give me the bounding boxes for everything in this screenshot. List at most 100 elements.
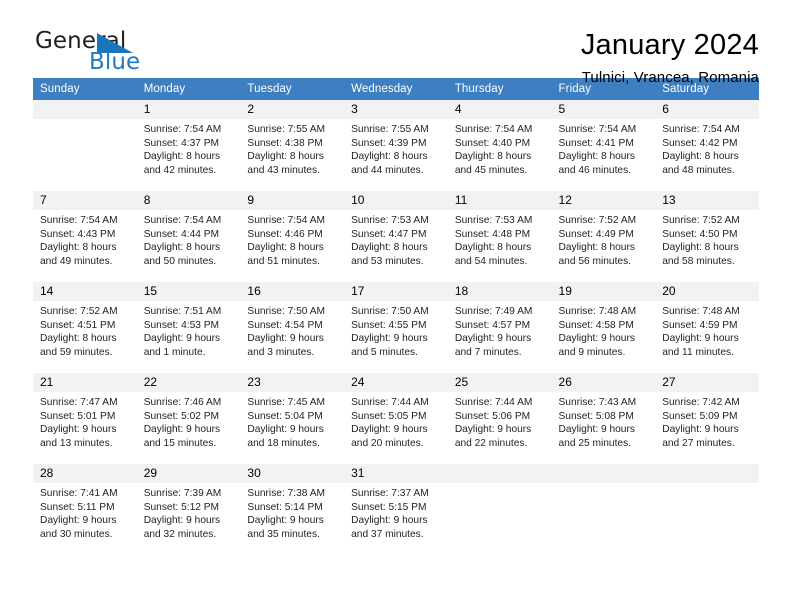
day-detail-daylight1: Daylight: 8 hours bbox=[247, 242, 324, 254]
day-number: 28 bbox=[33, 464, 137, 483]
day-detail-sunrise: Sunrise: 7:45 AM bbox=[247, 397, 325, 408]
calendar-day-cell[interactable]: 8 Sunrise: 7:54 AM Sunset: 4:44 PM Daylight… bbox=[136, 190, 241, 282]
day-cell-inner: 4 Sunrise: 7:54 AM Sunset: 4:40 PM Daylight… bbox=[447, 100, 552, 190]
day-detail-sunrise: Sunrise: 7:54 AM bbox=[454, 124, 533, 135]
day-details: Sunrise: 7:52 AM Sunset: 4:50 PM Daylight:… bbox=[655, 210, 759, 268]
day-detail-daylight1: Daylight: 9 hours bbox=[351, 333, 428, 345]
day-detail-sunrise: Sunrise: 7:41 AM bbox=[40, 488, 118, 499]
calendar-day-cell[interactable]: 20 Sunrise: 7:48 AM Sunset: 4:59 PM Dayligh… bbox=[655, 281, 759, 373]
day-detail-sunrise: Sunrise: 7:52 AM bbox=[662, 215, 740, 226]
day-cell-inner bbox=[551, 464, 656, 554]
calendar-day-cell[interactable]: 24 Sunrise: 7:44 AM Sunset: 5:05 PM Dayligh… bbox=[344, 372, 448, 464]
calendar-day-cell[interactable]: 4 Sunrise: 7:54 AM Sunset: 4:40 PM Daylight… bbox=[447, 100, 552, 191]
day-detail-sunset: Sunset: 4:58 PM bbox=[558, 319, 634, 331]
day-details: Sunrise: 7:38 AM Sunset: 5:14 PM Daylight:… bbox=[240, 483, 344, 541]
day-detail-daylight1: Daylight: 8 hours bbox=[351, 242, 428, 254]
day-detail-daylight1: Daylight: 8 hours bbox=[662, 242, 739, 254]
day-detail-daylight2: and 45 minutes. bbox=[454, 164, 528, 176]
day-details: Sunrise: 7:55 AM Sunset: 4:38 PM Daylight:… bbox=[240, 119, 344, 177]
calendar-day-cell[interactable]: 16 Sunrise: 7:50 AM Sunset: 4:54 PM Dayligh… bbox=[240, 281, 345, 373]
day-detail-sunset: Sunset: 4:51 PM bbox=[40, 319, 116, 331]
calendar-day-cell[interactable]: 5 Sunrise: 7:54 AM Sunset: 4:41 PM Daylight… bbox=[551, 100, 656, 191]
calendar-day-cell[interactable]: 3 Sunrise: 7:55 AM Sunset: 4:39 PM Daylight… bbox=[344, 100, 448, 191]
day-cell-inner: 3 Sunrise: 7:55 AM Sunset: 4:39 PM Daylight… bbox=[344, 100, 448, 190]
day-detail-daylight1: Daylight: 9 hours bbox=[454, 333, 532, 345]
calendar-day-cell[interactable]: 10 Sunrise: 7:53 AM Sunset: 4:47 PM Dayligh… bbox=[344, 190, 448, 282]
day-number: 30 bbox=[240, 464, 345, 483]
day-detail-sunset: Sunset: 5:12 PM bbox=[143, 501, 220, 513]
calendar-body: 1 Sunrise: 7:54 AM Sunset: 4:37 PM Daylight… bbox=[33, 100, 759, 555]
calendar-day-cell[interactable]: 7 Sunrise: 7:54 AM Sunset: 4:43 PM Daylight… bbox=[33, 190, 137, 282]
calendar-day-cell[interactable]: 13 Sunrise: 7:52 AM Sunset: 4:50 PM Dayligh… bbox=[655, 190, 759, 282]
day-detail-daylight1: Daylight: 9 hours bbox=[143, 333, 221, 345]
day-details: Sunrise: 7:43 AM Sunset: 5:08 PM Daylight:… bbox=[552, 392, 656, 450]
calendar-day-cell[interactable]: 31 Sunrise: 7:37 AM Sunset: 5:15 PM Dayligh… bbox=[344, 463, 448, 555]
day-cell-inner: 7 Sunrise: 7:54 AM Sunset: 4:43 PM Daylight… bbox=[33, 191, 137, 281]
day-detail-sunrise: Sunrise: 7:54 AM bbox=[558, 124, 637, 135]
calendar-day-cell[interactable]: 25 Sunrise: 7:44 AM Sunset: 5:06 PM Dayligh… bbox=[447, 372, 552, 464]
calendar-day-cell[interactable]: 28 Sunrise: 7:41 AM Sunset: 5:11 PM Dayligh… bbox=[33, 463, 137, 555]
day-detail-sunset: Sunset: 5:14 PM bbox=[247, 501, 323, 513]
day-cell-inner: 15 Sunrise: 7:51 AM Sunset: 4:53 PM Dayligh… bbox=[136, 282, 241, 372]
calendar-day-cell[interactable]: 22 Sunrise: 7:46 AM Sunset: 5:02 PM Dayligh… bbox=[136, 372, 241, 464]
calendar-day-cell[interactable]: 2 Sunrise: 7:55 AM Sunset: 4:38 PM Daylight… bbox=[240, 100, 345, 191]
day-number: 3 bbox=[344, 100, 448, 119]
calendar-day-cell[interactable]: 19 Sunrise: 7:48 AM Sunset: 4:58 PM Dayligh… bbox=[551, 281, 656, 373]
day-detail-sunrise: Sunrise: 7:44 AM bbox=[454, 397, 533, 408]
day-detail-sunrise: Sunrise: 7:52 AM bbox=[40, 306, 118, 317]
day-cell-inner: 18 Sunrise: 7:49 AM Sunset: 4:57 PM Dayligh… bbox=[447, 282, 552, 372]
calendar-day-cell[interactable]: 26 Sunrise: 7:43 AM Sunset: 5:08 PM Dayligh… bbox=[551, 372, 656, 464]
day-number: 13 bbox=[655, 191, 759, 210]
day-detail-daylight2: and 42 minutes. bbox=[143, 164, 217, 176]
calendar-day-cell[interactable]: 9 Sunrise: 7:54 AM Sunset: 4:46 PM Daylight… bbox=[240, 190, 345, 282]
day-details: Sunrise: 7:48 AM Sunset: 4:58 PM Daylight:… bbox=[552, 301, 656, 359]
calendar-day-cell[interactable]: 21 Sunrise: 7:47 AM Sunset: 5:01 PM Dayligh… bbox=[33, 372, 137, 464]
day-detail-sunset: Sunset: 4:38 PM bbox=[247, 137, 323, 149]
day-detail-daylight1: Daylight: 9 hours bbox=[40, 424, 117, 436]
day-cell-inner: 23 Sunrise: 7:45 AM Sunset: 5:04 PM Dayligh… bbox=[240, 373, 345, 463]
day-detail-sunrise: Sunrise: 7:49 AM bbox=[454, 306, 533, 317]
calendar-day-cell[interactable]: 29 Sunrise: 7:39 AM Sunset: 5:12 PM Dayligh… bbox=[136, 463, 241, 555]
day-details: Sunrise: 7:55 AM Sunset: 4:39 PM Daylight:… bbox=[344, 119, 448, 177]
day-detail-daylight1: Daylight: 8 hours bbox=[662, 151, 739, 163]
day-number: 10 bbox=[344, 191, 448, 210]
day-detail-sunrise: Sunrise: 7:54 AM bbox=[143, 215, 222, 226]
day-detail-sunrise: Sunrise: 7:55 AM bbox=[247, 124, 325, 135]
day-details: Sunrise: 7:41 AM Sunset: 5:11 PM Daylight:… bbox=[33, 483, 137, 541]
day-details: Sunrise: 7:53 AM Sunset: 4:48 PM Daylight:… bbox=[448, 210, 552, 268]
day-detail-daylight2: and 30 minutes. bbox=[40, 528, 113, 540]
day-detail-daylight1: Daylight: 9 hours bbox=[247, 515, 324, 527]
day-detail-sunrise: Sunrise: 7:53 AM bbox=[351, 215, 429, 226]
day-detail-sunset: Sunset: 4:39 PM bbox=[351, 137, 427, 149]
calendar-day-cell[interactable]: 27 Sunrise: 7:42 AM Sunset: 5:09 PM Dayligh… bbox=[655, 372, 759, 464]
day-detail-daylight1: Daylight: 8 hours bbox=[558, 242, 635, 254]
calendar-day-cell[interactable]: 15 Sunrise: 7:51 AM Sunset: 4:53 PM Dayligh… bbox=[136, 281, 241, 373]
calendar-day-cell-empty bbox=[655, 463, 759, 555]
day-cell-inner: 6 Sunrise: 7:54 AM Sunset: 4:42 PM Daylight… bbox=[655, 100, 759, 190]
day-cell-inner: 31 Sunrise: 7:37 AM Sunset: 5:15 PM Dayligh… bbox=[344, 464, 448, 554]
day-detail-sunset: Sunset: 4:49 PM bbox=[558, 228, 634, 240]
calendar-day-cell[interactable]: 12 Sunrise: 7:52 AM Sunset: 4:49 PM Dayligh… bbox=[551, 190, 656, 282]
day-cell-inner: 12 Sunrise: 7:52 AM Sunset: 4:49 PM Dayligh… bbox=[551, 191, 656, 281]
calendar-day-cell[interactable]: 14 Sunrise: 7:52 AM Sunset: 4:51 PM Dayligh… bbox=[33, 281, 137, 373]
calendar-day-cell[interactable]: 6 Sunrise: 7:54 AM Sunset: 4:42 PM Daylight… bbox=[655, 100, 759, 191]
day-detail-daylight2: and 3 minutes. bbox=[247, 346, 315, 358]
calendar-day-cell[interactable]: 30 Sunrise: 7:38 AM Sunset: 5:14 PM Dayligh… bbox=[240, 463, 345, 555]
calendar-day-cell[interactable]: 1 Sunrise: 7:54 AM Sunset: 4:37 PM Daylight… bbox=[136, 100, 241, 191]
calendar-day-cell[interactable]: 18 Sunrise: 7:49 AM Sunset: 4:57 PM Dayligh… bbox=[447, 281, 552, 373]
day-detail-daylight2: and 51 minutes. bbox=[247, 255, 320, 267]
day-number: 14 bbox=[33, 282, 137, 301]
day-detail-daylight2: and 20 minutes. bbox=[351, 437, 424, 449]
calendar-day-cell[interactable]: 11 Sunrise: 7:53 AM Sunset: 4:48 PM Dayligh… bbox=[447, 190, 552, 282]
day-detail-daylight1: Daylight: 8 hours bbox=[558, 151, 635, 163]
day-detail-daylight2: and 44 minutes. bbox=[351, 164, 424, 176]
day-detail-sunset: Sunset: 4:57 PM bbox=[454, 319, 531, 331]
calendar-day-cell[interactable]: 23 Sunrise: 7:45 AM Sunset: 5:04 PM Dayligh… bbox=[240, 372, 345, 464]
day-number: 16 bbox=[240, 282, 345, 301]
calendar-day-cell[interactable]: 17 Sunrise: 7:50 AM Sunset: 4:55 PM Dayligh… bbox=[344, 281, 448, 373]
day-detail-daylight2: and 27 minutes. bbox=[662, 437, 735, 449]
day-detail-sunset: Sunset: 4:59 PM bbox=[662, 319, 738, 331]
day-details: Sunrise: 7:47 AM Sunset: 5:01 PM Daylight:… bbox=[33, 392, 137, 450]
day-details: Sunrise: 7:54 AM Sunset: 4:40 PM Daylight:… bbox=[448, 119, 552, 177]
day-details: Sunrise: 7:48 AM Sunset: 4:59 PM Daylight:… bbox=[655, 301, 759, 359]
